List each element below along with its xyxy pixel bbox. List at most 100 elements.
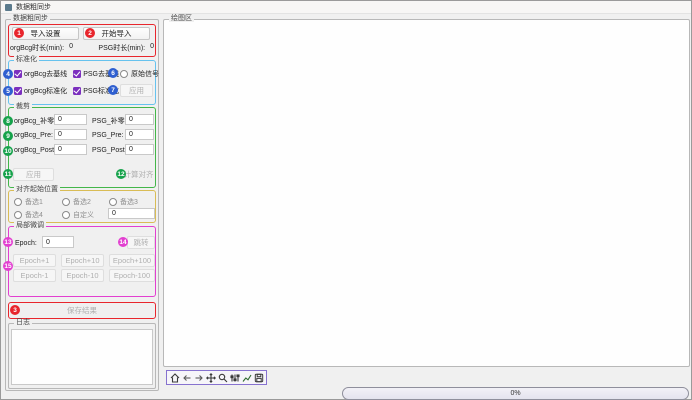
orgbcg-detrend-checkbox[interactable] — [14, 70, 22, 78]
pan-icon[interactable] — [205, 372, 216, 384]
titlebar: 数据粗同步 — [1, 1, 691, 14]
annotation-badge-7: 7 — [108, 85, 118, 95]
align-option-1[interactable]: 备选1 — [14, 196, 43, 207]
save-results-label: 保存结果 — [67, 305, 97, 316]
psg-post-labelrow: PSG_Post: — [92, 145, 127, 156]
option4-radio[interactable] — [14, 211, 22, 219]
epoch-input[interactable]: 0 — [42, 236, 74, 248]
epoch-plus1-label: Epoch+1 — [20, 256, 50, 265]
normalize-apply-button[interactable]: 应用 — [120, 84, 153, 97]
psg-detrend-checkbox[interactable] — [73, 70, 81, 78]
custom-label: 自定义 — [73, 210, 94, 220]
orgbcg-pre-input[interactable]: 0 — [54, 129, 87, 140]
annotation-badge-9: 9 — [3, 131, 13, 141]
normalize-apply-label: 应用 — [129, 85, 144, 96]
annotation-badge-3: 3 — [10, 305, 20, 315]
jump-button[interactable]: 跳转 — [127, 236, 155, 249]
align-option-3[interactable]: 备选3 — [109, 196, 138, 207]
psg-padzero-input[interactable]: 0 — [125, 114, 154, 125]
annotation-badge-13: 13 — [3, 237, 13, 247]
epoch-plus100-label: Epoch+100 — [113, 256, 151, 265]
align-option-custom[interactable]: 自定义 — [62, 209, 94, 220]
orgbcg-pre-label: orgBcg_Pre: — [14, 132, 54, 139]
crop-apply-button[interactable]: 应用 — [13, 168, 54, 181]
option1-radio[interactable] — [14, 198, 22, 206]
raw-signal-label: 原始信号 — [131, 69, 159, 79]
epoch-labelrow: Epoch: — [15, 237, 37, 249]
orgbcg-duration-label: orgBcg时长(min): — [10, 43, 64, 53]
detrend-row: orgBcg去基线 PSG去基线 — [14, 68, 119, 79]
epoch-minus1-button[interactable]: Epoch-1 — [13, 269, 56, 282]
epoch-minus100-button[interactable]: Epoch-100 — [109, 269, 155, 282]
epoch-minus100-label: Epoch-100 — [114, 271, 150, 280]
import-settings-label: 导入设置 — [31, 28, 61, 39]
crop-row-padzero: orgBcg_补零: — [14, 115, 54, 126]
annotation-badge-15: 15 — [3, 261, 13, 271]
home-icon[interactable] — [169, 372, 180, 384]
orgbcg-padzero-input[interactable]: 0 — [54, 114, 87, 125]
crop-row-pre: orgBcg_Pre: — [14, 130, 54, 141]
psg-normalize-checkbox[interactable] — [73, 87, 81, 95]
calc-align-label: 计算对齐 — [124, 169, 154, 180]
psg-pre-labelrow: PSG_Pre: — [92, 130, 124, 141]
annotation-badge-14: 14 — [118, 237, 128, 247]
psg-pre-input[interactable]: 0 — [125, 129, 154, 140]
align-start-title: 对齐起始位置 — [14, 186, 60, 193]
epoch-plus100-button[interactable]: Epoch+100 — [109, 254, 155, 267]
orgbcg-normalize-checkbox[interactable] — [14, 87, 22, 95]
orgbcg-post-input[interactable]: 0 — [54, 144, 87, 155]
finetune-title: 局部微调 — [14, 222, 46, 229]
plot-toolbar — [166, 370, 267, 385]
option2-radio[interactable] — [62, 198, 70, 206]
epoch-plus1-button[interactable]: Epoch+1 — [13, 254, 56, 267]
custom-radio[interactable] — [62, 211, 70, 219]
option3-radio[interactable] — [109, 198, 117, 206]
orgbcg-post-label: orgBcg_Post: — [14, 147, 54, 154]
psg-padzero-labelrow: PSG_补零: — [92, 115, 127, 126]
annotation-badge-11: 11 — [3, 169, 13, 179]
annotation-badge-12: 12 — [116, 169, 126, 179]
annotation-badge-5: 5 — [3, 86, 13, 96]
subplots-icon[interactable] — [229, 372, 240, 384]
save-results-button[interactable]: 保存结果 — [11, 304, 153, 317]
option2-label: 备选2 — [73, 197, 91, 207]
orgbcg-detrend-label: orgBcg去基线 — [24, 69, 67, 79]
crop-row-post: orgBcg_Post: — [14, 145, 54, 156]
progress-value: 0% — [510, 390, 520, 397]
left-panel-title: 数据粗同步 — [11, 15, 50, 22]
custom-position-input[interactable]: 0 — [108, 208, 155, 219]
option3-label: 备选3 — [120, 197, 138, 207]
plot-area-group: 绘图区 — [163, 19, 690, 367]
psg-post-input[interactable]: 0 — [125, 144, 154, 155]
duration-row: orgBcg时长(min): 0 PSG时长(min): 0 — [10, 43, 154, 53]
jump-label: 跳转 — [134, 237, 149, 248]
zoom-icon[interactable] — [217, 372, 228, 384]
raw-signal-row: 原始信号 — [120, 68, 159, 79]
annotation-badge-6: 6 — [108, 68, 118, 78]
epoch-minus1-label: Epoch-1 — [21, 271, 49, 280]
option4-label: 备选4 — [25, 210, 43, 220]
plot-canvas[interactable] — [166, 22, 687, 364]
log-textarea[interactable] — [11, 329, 153, 385]
forward-icon[interactable] — [193, 372, 204, 384]
annotation-badge-2: 2 — [85, 28, 95, 38]
epoch-label: Epoch: — [15, 240, 37, 247]
annotation-badge-4: 4 — [3, 69, 13, 79]
annotation-badge-10: 10 — [3, 146, 13, 156]
annotation-badge-8: 8 — [3, 116, 13, 126]
customize-icon[interactable] — [241, 372, 252, 384]
save-icon[interactable] — [253, 372, 264, 384]
epoch-plus10-label: Epoch+10 — [66, 256, 100, 265]
epoch-plus10-button[interactable]: Epoch+10 — [61, 254, 104, 267]
normalize-row: orgBcg标准化 PSG标准化 — [14, 85, 119, 96]
orgbcg-padzero-label: orgBcg_补零: — [14, 116, 54, 126]
align-option-4[interactable]: 备选4 — [14, 209, 43, 220]
align-option-2[interactable]: 备选2 — [62, 196, 91, 207]
raw-signal-radio[interactable] — [120, 70, 128, 78]
normalize-section-title: 标准化 — [14, 56, 39, 63]
orgbcg-normalize-label: orgBcg标准化 — [24, 86, 67, 96]
epoch-minus10-button[interactable]: Epoch-10 — [61, 269, 104, 282]
window-title: 数据粗同步 — [16, 2, 51, 12]
calc-align-button[interactable]: 计算对齐 — [122, 168, 155, 181]
back-icon[interactable] — [181, 372, 192, 384]
